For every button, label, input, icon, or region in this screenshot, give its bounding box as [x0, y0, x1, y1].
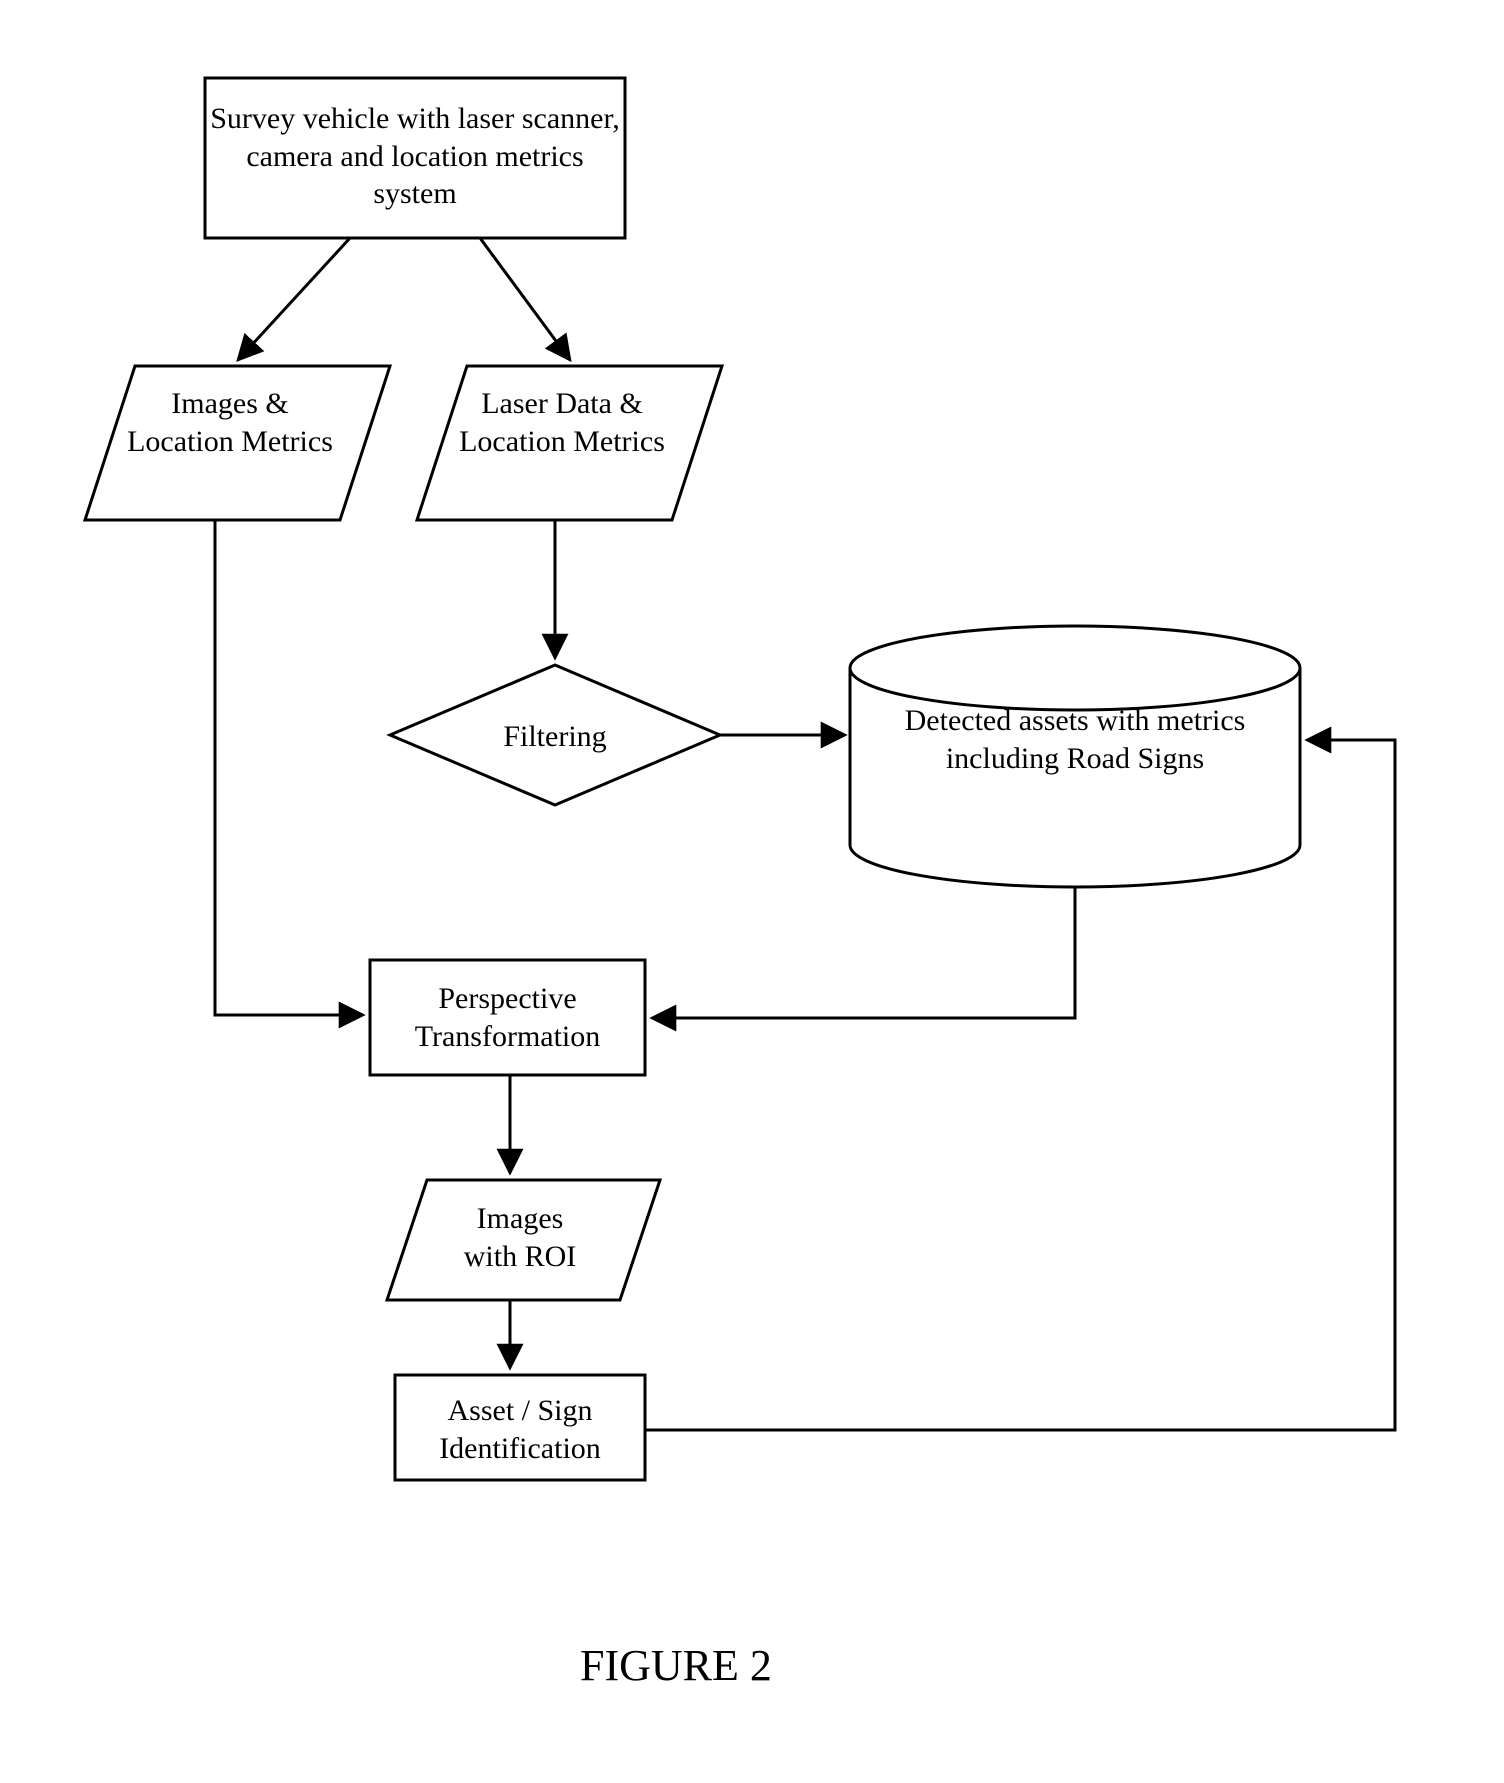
database-label: Detected assets with metrics including R… [875, 702, 1275, 777]
perspective-label: Perspective Transformation [370, 980, 645, 1055]
images-loc-label: Images & Location Metrics [115, 385, 345, 460]
flowchart-svg [0, 0, 1504, 1783]
edge-images-to-perspective [215, 520, 363, 1015]
flowchart-canvas: Survey vehicle with laser scanner, camer… [0, 0, 1504, 1783]
edge-db-to-perspective [652, 887, 1075, 1018]
figure-caption: FIGURE 2 [580, 1640, 772, 1691]
filtering-label: Filtering [455, 718, 655, 756]
edge-survey-to-laser [480, 238, 570, 360]
asset-id-label: Asset / Sign Identification [395, 1392, 645, 1467]
laser-loc-label: Laser Data & Location Metrics [447, 385, 677, 460]
survey-label: Survey vehicle with laser scanner, camer… [205, 100, 625, 213]
images-roi-label: Images with ROI [410, 1200, 630, 1275]
edge-survey-to-images [238, 238, 350, 360]
edge-assetid-to-db [645, 740, 1395, 1430]
